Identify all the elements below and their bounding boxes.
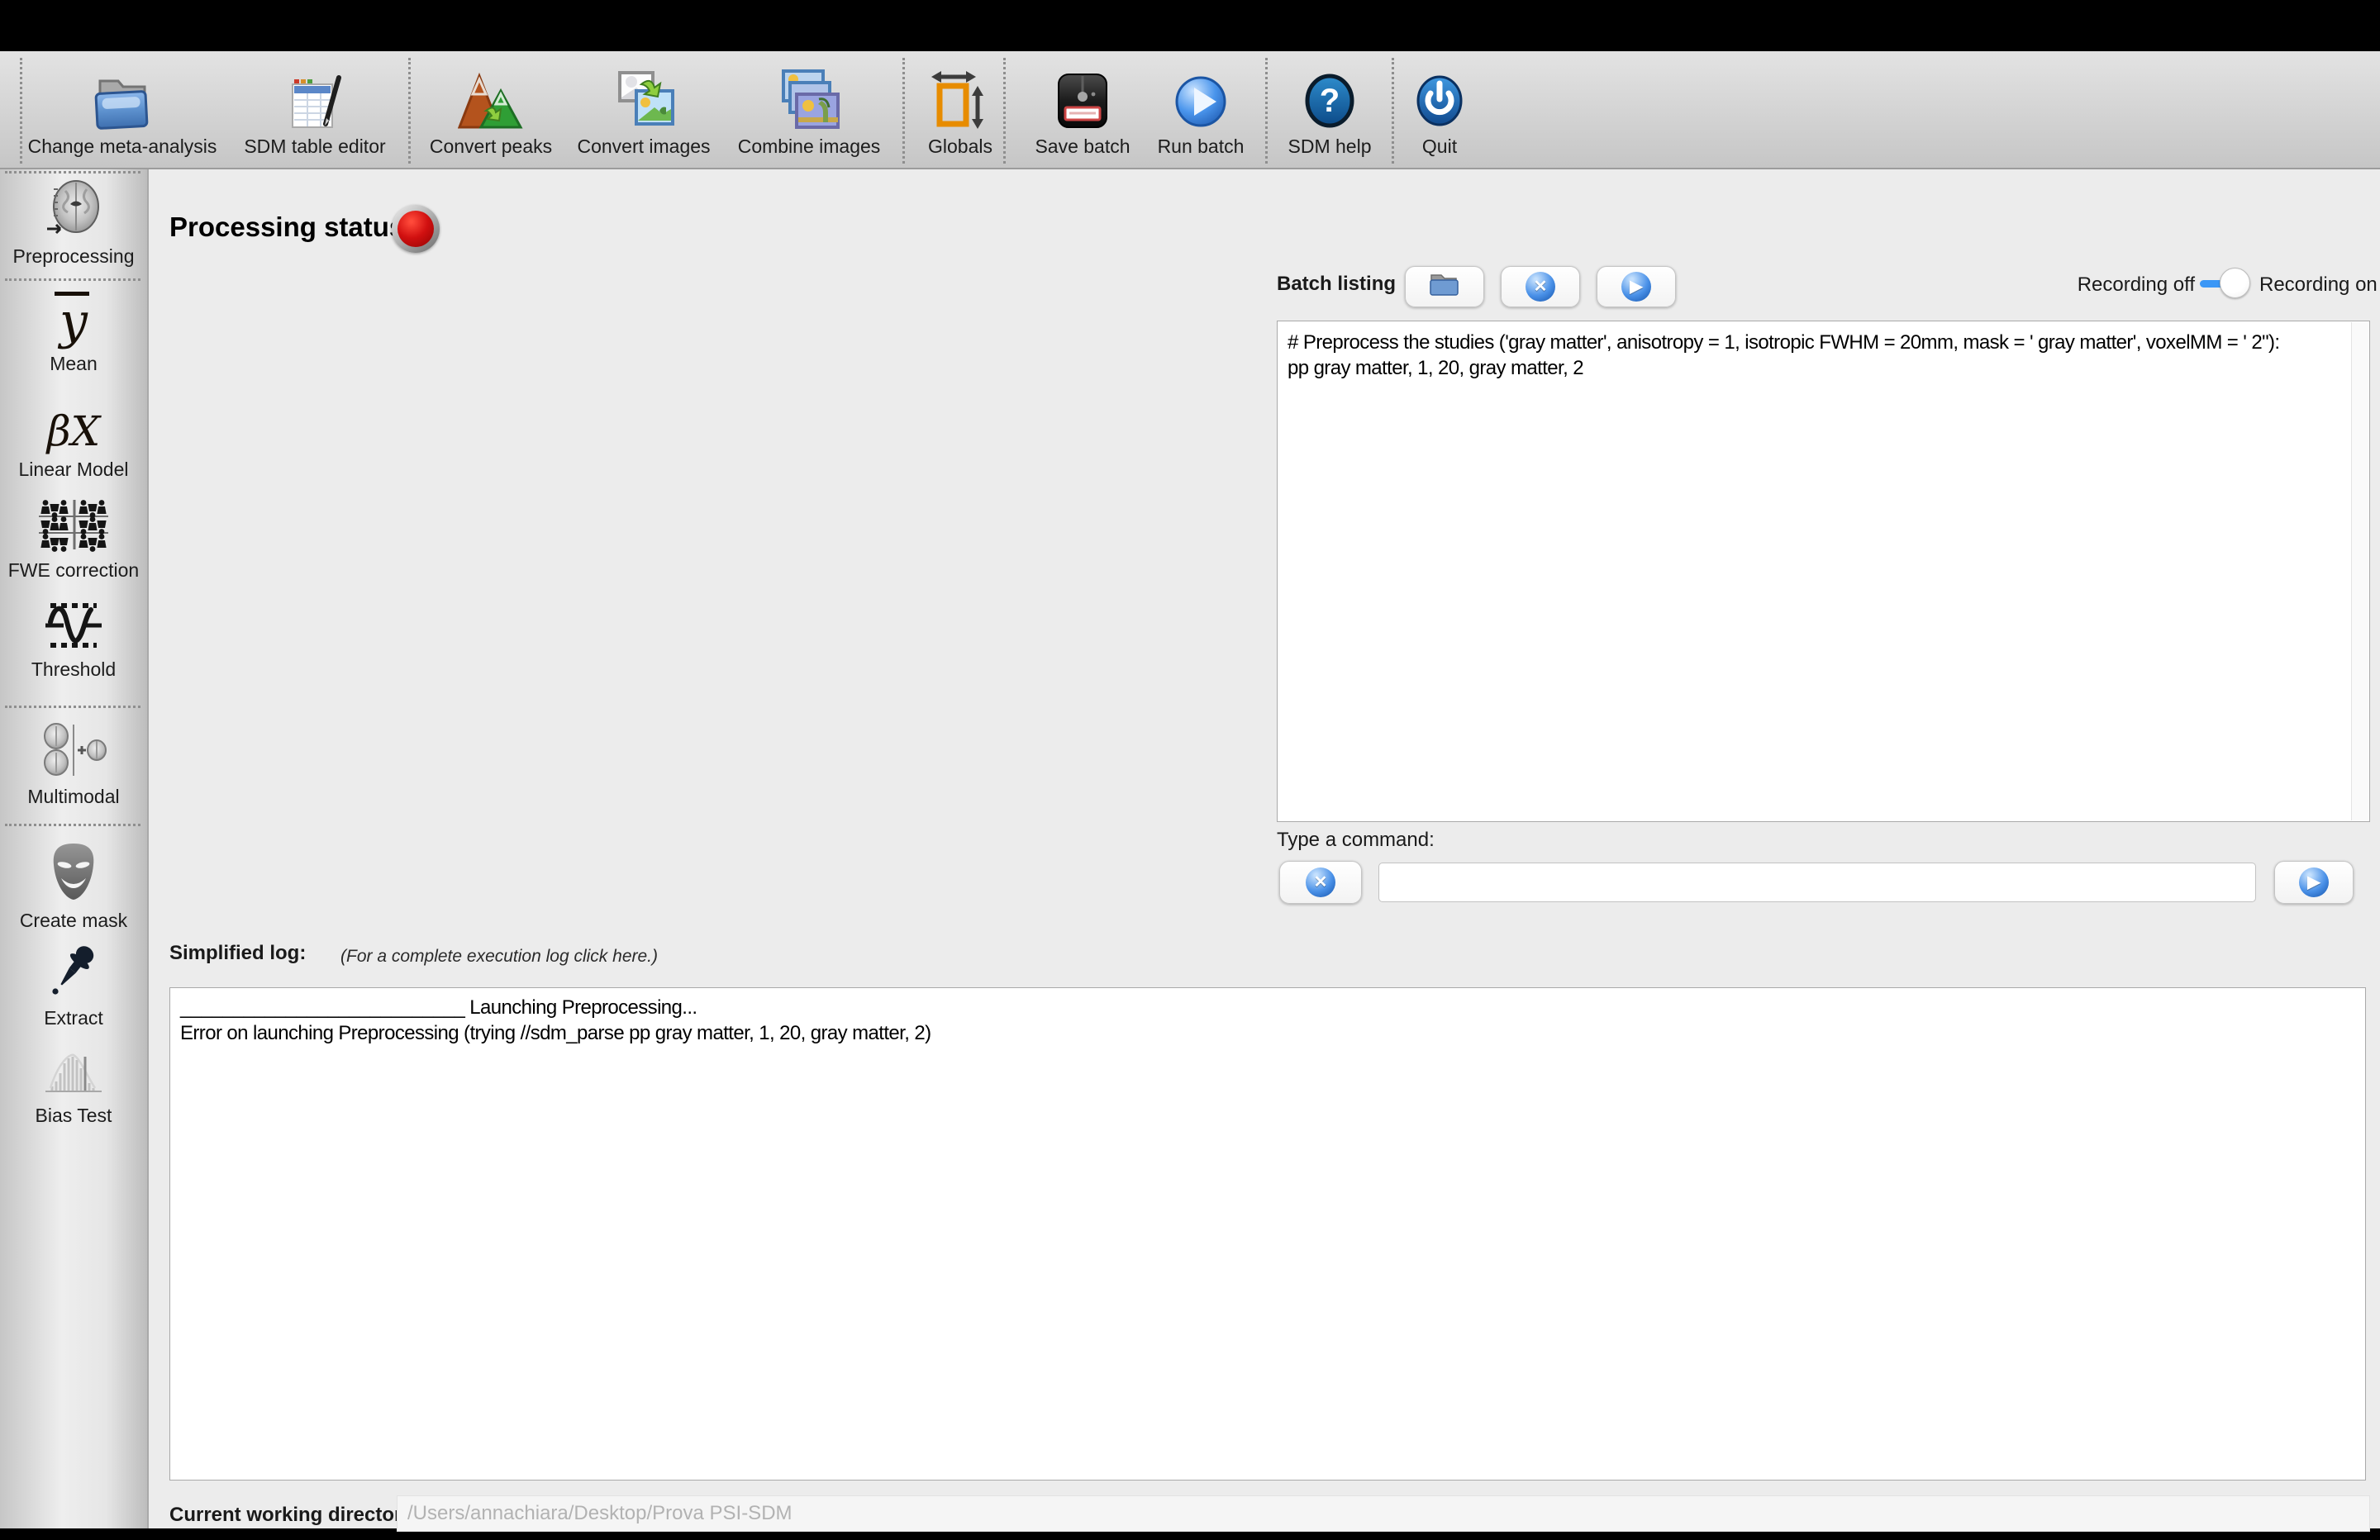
top-black-bar	[0, 0, 2380, 51]
open-batch-button[interactable]	[1405, 266, 1484, 307]
batch-line: pp gray matter, 1, 20, gray matter, 2	[1288, 355, 2348, 381]
toolbar-button-sdm-table-editor[interactable]: SDM table editor	[224, 56, 406, 158]
svg-text:?: ?	[1320, 83, 1340, 119]
batch-listing-textarea[interactable]: # Preprocess the studies ('gray matter',…	[1277, 321, 2370, 822]
floppy-disk-icon	[1052, 56, 1113, 132]
toolbar-button-quit[interactable]: Quit	[1349, 56, 1530, 158]
toolbar-label: Globals	[928, 135, 992, 158]
toolbar-separator	[20, 58, 22, 164]
batch-line: # Preprocess the studies ('gray matter',…	[1288, 330, 2348, 355]
play-circle-icon	[1170, 56, 1231, 132]
sidebar-separator	[5, 706, 140, 708]
sidebar-item-bias-test[interactable]: Bias Test	[0, 1047, 147, 1127]
beta-x-symbol-icon: βX	[47, 411, 101, 452]
sidebar-item-create-mask[interactable]: Create mask	[0, 840, 147, 932]
toolbar-label: Combine images	[738, 135, 881, 158]
toolbar-label: SDM table editor	[244, 135, 385, 158]
simplified-log-textarea[interactable]: ___________________________ Launching Pr…	[169, 987, 2366, 1481]
population-grid-icon	[36, 498, 112, 553]
recording-toggle[interactable]	[2200, 266, 2251, 301]
funnel-histogram-icon	[40, 1047, 107, 1098]
clear-command-button[interactable]: ✕	[1279, 861, 1362, 904]
toolbar-button-change-meta-analysis[interactable]: Change meta-analysis	[31, 56, 213, 158]
sdm-application-window: Change meta-analysis SDM table editor	[0, 0, 2380, 1540]
toggle-knob[interactable]	[2220, 268, 2250, 298]
sidebar-label: Multimodal	[27, 786, 119, 808]
clear-icon: ✕	[1526, 272, 1555, 302]
sidebar-item-fwe-correction[interactable]: FWE correction	[0, 498, 147, 582]
power-icon	[1409, 56, 1470, 132]
run-command-button[interactable]: ▶	[2274, 861, 2354, 904]
sidebar-label: Create mask	[20, 910, 127, 932]
toolbar-label: Run batch	[1158, 135, 1245, 158]
multi-brain-icon	[39, 721, 108, 779]
mean-symbol-icon: y	[55, 292, 93, 346]
cwd-input[interactable]: /Users/annachiara/Desktop/Prova PSI-SDM	[397, 1495, 2370, 1532]
sidebar-item-threshold[interactable]: Threshold	[0, 599, 147, 681]
run-batch-listing-button[interactable]: ▶	[1597, 266, 1676, 307]
resize-frame-icon	[928, 56, 992, 132]
sidebar-label: Bias Test	[36, 1105, 112, 1127]
log-line: Error on launching Preprocessing (trying…	[180, 1020, 2355, 1046]
toolbar-button-convert-images[interactable]: Convert images	[553, 56, 735, 158]
folder-icon	[87, 56, 158, 132]
processing-status-light	[392, 205, 440, 253]
sidebar-separator	[5, 171, 140, 173]
play-icon: ▶	[2299, 867, 2329, 897]
toolbar-label: Convert images	[577, 135, 710, 158]
page-title: Processing status	[169, 212, 404, 243]
sidebar-label: Extract	[44, 1007, 103, 1029]
threshold-wave-icon	[40, 599, 107, 652]
sidebar-item-preprocessing[interactable]: Preprocessing	[0, 178, 147, 268]
clear-batch-button[interactable]: ✕	[1501, 266, 1580, 307]
cwd-label: Current working directory:	[169, 1504, 420, 1527]
mask-icon	[46, 840, 101, 903]
sidebar-separator	[5, 824, 140, 826]
toolbar-label: Change meta-analysis	[28, 135, 217, 158]
mountain-peaks-icon	[458, 56, 524, 132]
simplified-log-label: Simplified log:	[169, 942, 306, 965]
sidebar-separator	[5, 278, 140, 281]
command-input[interactable]	[1378, 863, 2256, 902]
sidebar-label: Threshold	[31, 658, 116, 681]
sidebar-label: Mean	[50, 353, 98, 375]
command-label: Type a command:	[1277, 829, 1435, 852]
toolbar-label: Convert peaks	[430, 135, 552, 158]
toolbar-label: Quit	[1422, 135, 1457, 158]
eyedropper-icon	[45, 943, 102, 1001]
sidebar-item-mean[interactable]: y Mean	[0, 292, 147, 375]
table-editor-icon	[279, 56, 350, 132]
image-convert-icon	[608, 56, 679, 132]
sidebar-item-multimodal[interactable]: Multimodal	[0, 721, 147, 808]
clear-icon: ✕	[1306, 867, 1335, 897]
complete-log-link[interactable]: (For a complete execution log click here…	[340, 947, 658, 967]
recording-off-label: Recording off	[1983, 273, 2195, 297]
recording-on-label: Recording on	[2259, 273, 2378, 297]
play-icon: ▶	[1621, 272, 1651, 302]
image-stack-icon	[774, 56, 845, 132]
batch-listing-label: Batch listing	[1277, 273, 1396, 296]
log-line: ___________________________ Launching Pr…	[180, 995, 2355, 1020]
status-light-red-core	[397, 211, 434, 247]
brain-icon	[42, 178, 105, 239]
sidebar-label: Preprocessing	[12, 245, 134, 268]
sidebar-label: FWE correction	[8, 559, 139, 582]
sidebar-item-linear-model[interactable]: βX Linear Model	[0, 411, 147, 481]
sidebar-item-extract[interactable]: Extract	[0, 943, 147, 1029]
sidebar-label: Linear Model	[19, 459, 129, 481]
folder-open-icon	[1426, 272, 1463, 302]
left-sidebar: Preprocessing y Mean βX Linear Model	[0, 169, 149, 1528]
main-toolbar: Change meta-analysis SDM table editor	[0, 51, 2380, 169]
